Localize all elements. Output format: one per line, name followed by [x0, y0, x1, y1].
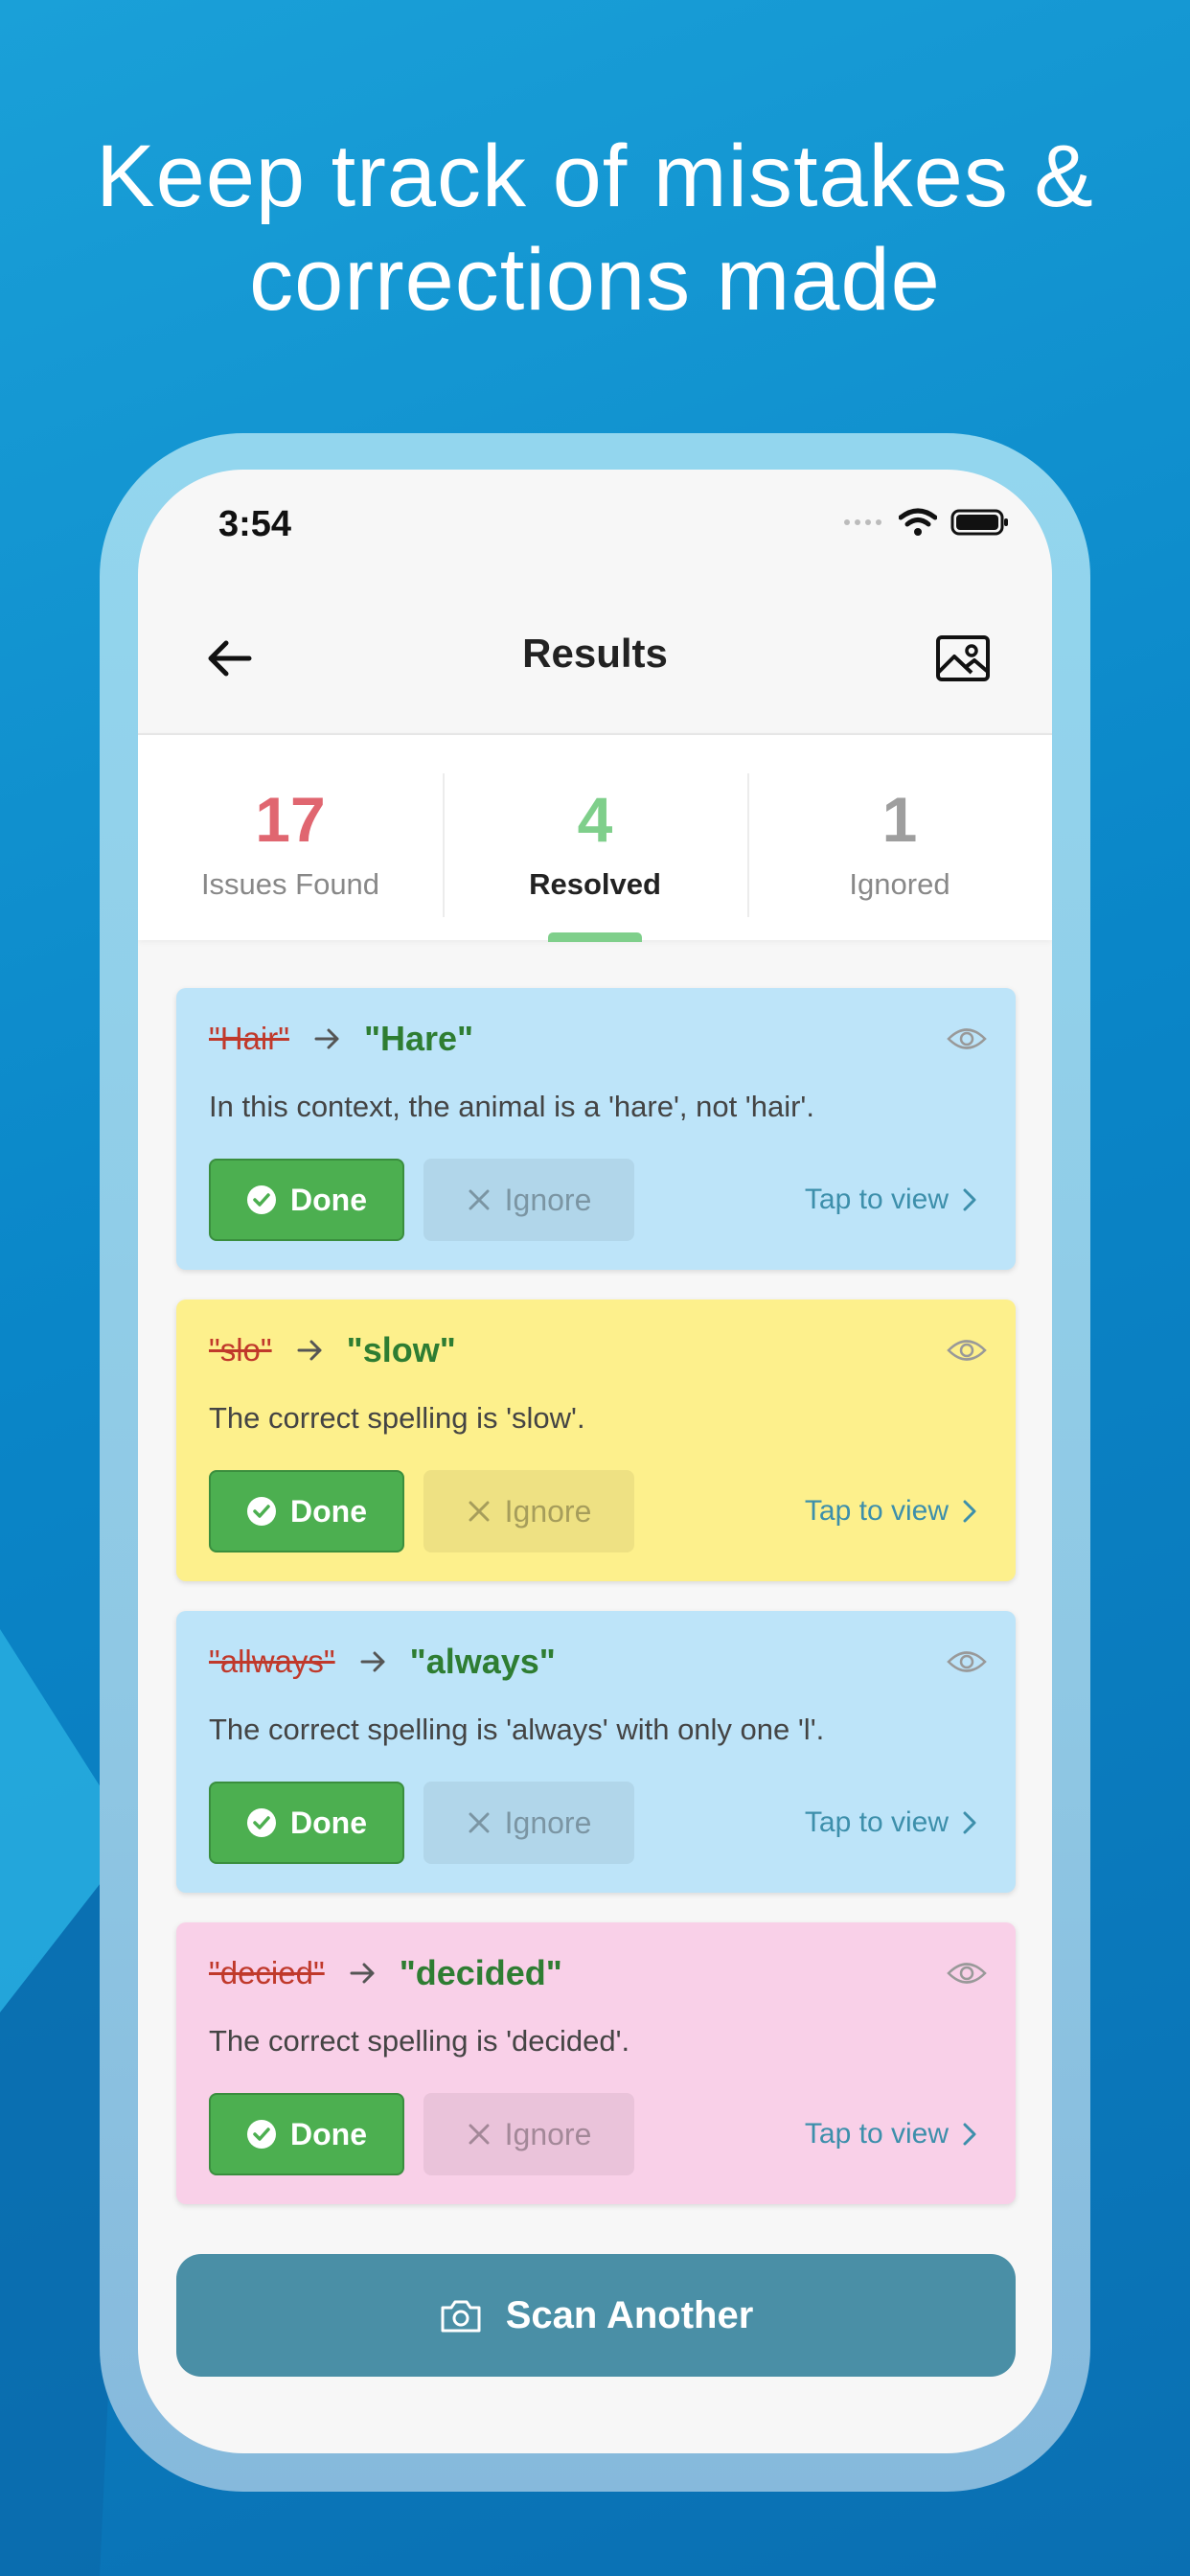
chevron-right-icon [963, 1811, 976, 1834]
eye-icon[interactable] [947, 1336, 987, 1365]
arrow-right-icon [350, 1963, 375, 1984]
tap-to-view-label: Tap to view [804, 2118, 949, 2150]
x-icon [469, 1501, 490, 1522]
check-circle-icon [247, 1808, 276, 1837]
ignore-button[interactable]: Ignore [423, 1470, 634, 1552]
camera-icon [441, 2300, 481, 2333]
tap-to-view-label: Tap to view [804, 1495, 949, 1527]
headline: Keep track of mistakes & corrections mad… [0, 125, 1190, 332]
x-icon [469, 1189, 490, 1210]
original-word: "Hair" [209, 1021, 289, 1056]
correction-card[interactable]: "Hair" "Hare" In this context, the anima… [176, 988, 1016, 1270]
resolved-count: 4 [577, 784, 613, 855]
tap-to-view-label: Tap to view [804, 1184, 949, 1215]
tab-issues-found[interactable]: 17 Issues Found [138, 735, 443, 942]
chevron-right-icon [963, 1500, 976, 1523]
correction-card[interactable]: "decied" "decided" The correct spelling … [176, 1922, 1016, 2204]
headline-line-1: Keep track of mistakes & [96, 127, 1094, 225]
issues-found-label: Issues Found [200, 867, 380, 901]
eye-icon[interactable] [947, 1647, 987, 1676]
corrected-word: "slow" [346, 1330, 456, 1369]
tap-to-view-link[interactable]: Tap to view [805, 1495, 977, 1528]
phone-screen: 3:54 Results 17 Issues Found 4 Resolved … [138, 470, 1052, 2453]
correction-header: "allways" "always" [209, 1642, 556, 1682]
tab-resolved[interactable]: 4 Resolved [443, 735, 747, 942]
headline-line-2: corrections made [249, 231, 941, 329]
signal-icon [844, 519, 881, 525]
done-label: Done [290, 1493, 367, 1529]
tab-ignored[interactable]: 1 Ignored [747, 735, 1052, 942]
wifi-icon [899, 508, 937, 536]
x-icon [469, 1812, 490, 1833]
correction-card[interactable]: "slo" "slow" The correct spelling is 'sl… [176, 1300, 1016, 1581]
ignore-button[interactable]: Ignore [423, 2093, 634, 2175]
battery-icon [950, 509, 1008, 536]
tap-to-view-label: Tap to view [804, 1806, 949, 1838]
correction-header: "slo" "slow" [209, 1330, 456, 1370]
tab-indicator [548, 932, 642, 942]
ignore-label: Ignore [504, 1182, 592, 1217]
arrow-right-icon [314, 1028, 339, 1049]
arrow-right-icon [297, 1340, 322, 1361]
resolved-label: Resolved [529, 867, 661, 901]
correction-card[interactable]: "allways" "always" The correct spelling … [176, 1611, 1016, 1893]
status-bar: 3:54 [138, 470, 1052, 585]
done-label: Done [290, 1805, 367, 1840]
status-icons [843, 508, 1010, 537]
image-icon[interactable] [929, 625, 996, 692]
correction-description: The correct spelling is 'slow'. [209, 1401, 585, 1435]
ignore-label: Ignore [504, 2116, 592, 2151]
chevron-right-icon [963, 1188, 976, 1211]
ignore-label: Ignore [504, 1493, 592, 1529]
tap-to-view-link[interactable]: Tap to view [805, 2118, 977, 2150]
correction-header: "decied" "decided" [209, 1953, 562, 1993]
stats-tabs: 17 Issues Found 4 Resolved 1 Ignored [138, 733, 1052, 942]
ignored-count: 1 [881, 784, 918, 855]
check-circle-icon [247, 2120, 276, 2149]
page-title: Results [522, 631, 668, 676]
issues-found-count: 17 [255, 784, 326, 855]
eye-icon[interactable] [947, 1024, 987, 1053]
original-word: "allways" [209, 1644, 335, 1679]
corrected-word: "always" [409, 1642, 556, 1681]
ignore-label: Ignore [504, 1805, 592, 1840]
ignore-button[interactable]: Ignore [423, 1782, 634, 1864]
done-button[interactable]: Done [209, 1782, 404, 1864]
corrected-word: "decided" [399, 1953, 562, 1992]
status-time: 3:54 [218, 504, 292, 544]
check-circle-icon [247, 1497, 276, 1526]
check-circle-icon [247, 1185, 276, 1214]
original-word: "decied" [209, 1955, 325, 1990]
scan-another-button[interactable]: Scan Another [176, 2254, 1016, 2377]
ignore-button[interactable]: Ignore [423, 1159, 634, 1241]
correction-description: The correct spelling is 'decided'. [209, 2024, 630, 2058]
done-button[interactable]: Done [209, 1470, 404, 1552]
corrected-word: "Hare" [363, 1019, 474, 1058]
done-button[interactable]: Done [209, 1159, 404, 1241]
tap-to-view-link[interactable]: Tap to view [805, 1184, 977, 1216]
correction-header: "Hair" "Hare" [209, 1019, 473, 1059]
done-label: Done [290, 2116, 367, 2151]
arrow-right-icon [360, 1651, 385, 1672]
scan-another-label: Scan Another [505, 2293, 754, 2336]
tap-to-view-link[interactable]: Tap to view [805, 1806, 977, 1839]
chevron-right-icon [963, 2123, 976, 2146]
nav-bar: Results [138, 585, 1052, 730]
original-word: "slo" [209, 1332, 272, 1368]
correction-description: The correct spelling is 'always' with on… [209, 1713, 825, 1746]
correction-description: In this context, the animal is a 'hare',… [209, 1090, 814, 1123]
eye-icon[interactable] [947, 1959, 987, 1988]
ignored-label: Ignored [849, 867, 950, 901]
done-button[interactable]: Done [209, 2093, 404, 2175]
done-label: Done [290, 1182, 367, 1217]
x-icon [469, 2124, 490, 2145]
